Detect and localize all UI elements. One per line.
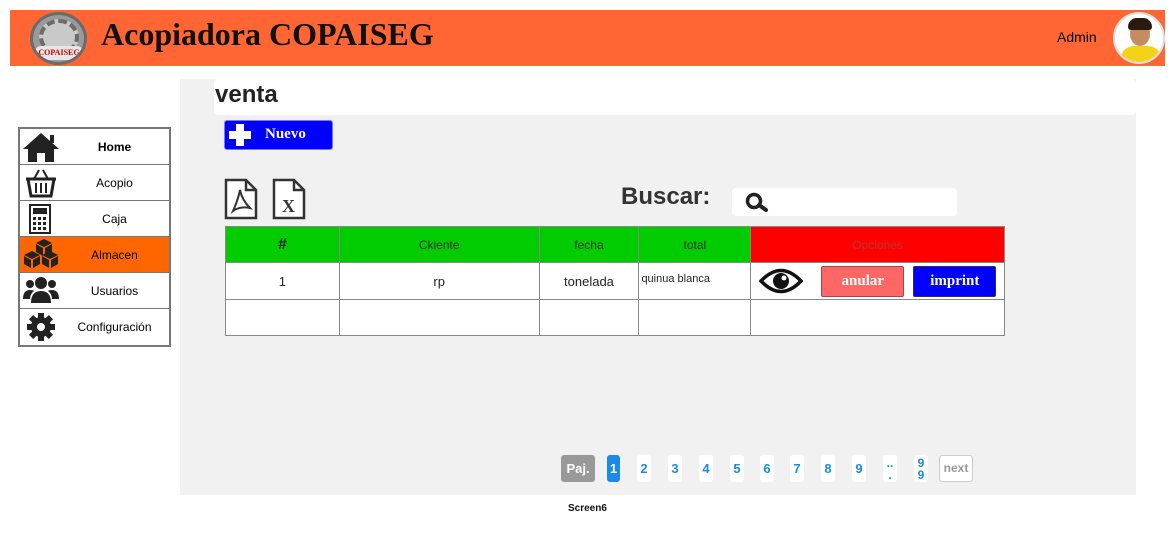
empty-cell xyxy=(338,299,540,336)
column-header: Opciones xyxy=(750,226,1005,263)
home-icon xyxy=(23,133,59,162)
empty-cell xyxy=(750,299,1005,336)
sidebar: Home Acopio Caja Almacen Usuarios Config… xyxy=(18,127,171,347)
sidebar-item-label: Home xyxy=(97,140,132,154)
sales-table: # Ckiente fecha total Opciones 1 rp tone… xyxy=(225,226,1005,336)
page-2[interactable]: 2 xyxy=(637,455,651,482)
calculator-icon xyxy=(29,204,51,234)
screen-caption: Screen6 xyxy=(568,503,607,514)
column-header[interactable]: total xyxy=(638,226,752,263)
sidebar-item-usuarios[interactable]: Usuarios xyxy=(20,273,169,309)
empty-cell xyxy=(225,299,340,336)
basket-icon xyxy=(26,169,56,198)
sidebar-item-label: Caja xyxy=(102,212,127,226)
page-7[interactable]: 7 xyxy=(790,455,804,482)
avatar[interactable] xyxy=(1113,12,1165,64)
column-header[interactable]: Ckiente xyxy=(338,226,540,263)
row-options: anular imprint xyxy=(750,262,1005,300)
row-number: 1 xyxy=(225,262,340,300)
search-input[interactable] xyxy=(732,188,957,216)
page-5[interactable]: 5 xyxy=(730,455,744,482)
app-header: COPAISEG Acopiadora COPAISEG Admin xyxy=(10,10,1165,66)
boxes-icon xyxy=(24,239,58,268)
empty-cell xyxy=(538,299,640,336)
sidebar-item-caja[interactable]: Caja xyxy=(20,201,169,237)
sidebar-item-acopio[interactable]: Acopio xyxy=(20,165,169,201)
users-icon xyxy=(23,277,59,303)
page-last[interactable]: 99 xyxy=(914,455,928,482)
row-total: quinua blanca xyxy=(638,262,752,300)
sidebar-item-almacen[interactable]: Almacen xyxy=(20,237,169,273)
table-row-empty xyxy=(225,299,1005,336)
excel-export-icon[interactable]: X xyxy=(272,178,306,220)
anular-button[interactable]: anular xyxy=(821,266,905,297)
pdf-export-icon[interactable] xyxy=(224,178,258,220)
table-row: 1 rp tonelada quinua blanca anular impri… xyxy=(225,262,1005,300)
empty-cell xyxy=(638,299,752,336)
search-label: Buscar: xyxy=(621,183,711,210)
new-button[interactable]: Nuevo xyxy=(224,120,333,150)
user-name[interactable]: Admin xyxy=(1057,29,1097,45)
pagination-label: Paj. xyxy=(561,455,595,482)
sidebar-item-label: Usuarios xyxy=(90,284,139,298)
svg-text:X: X xyxy=(282,196,295,216)
page-4[interactable]: 4 xyxy=(699,455,713,482)
page-3[interactable]: 3 xyxy=(668,455,682,482)
column-header[interactable]: # xyxy=(225,226,340,263)
logo: COPAISEG xyxy=(30,12,87,65)
sidebar-item-label: Almacen xyxy=(91,248,138,262)
page-6[interactable]: 6 xyxy=(760,455,774,482)
next-button[interactable]: next xyxy=(939,455,973,482)
app-title: Acopiadora COPAISEG xyxy=(101,16,434,52)
logo-text: COPAISEG xyxy=(35,46,83,60)
page-8[interactable]: 8 xyxy=(821,455,835,482)
row-cliente: rp xyxy=(338,262,540,300)
new-button-label: Nuevo xyxy=(265,126,306,142)
page-1[interactable]: 1 xyxy=(607,455,620,482)
sidebar-item-label: Acopio xyxy=(96,176,133,190)
sidebar-item-label: Configuración xyxy=(77,320,152,334)
table-header-row: # Ckiente fecha total Opciones xyxy=(225,226,1005,263)
row-fecha: tonelada xyxy=(538,262,640,300)
sidebar-item-configuracion[interactable]: Configuración xyxy=(20,309,169,345)
view-eye-icon[interactable] xyxy=(759,266,804,296)
sidebar-item-home[interactable]: Home xyxy=(20,129,169,165)
search-icon xyxy=(745,192,768,212)
column-header[interactable]: fecha xyxy=(538,226,640,263)
page-9[interactable]: 9 xyxy=(852,455,866,482)
heading-bar xyxy=(214,79,1136,115)
page-ellipsis[interactable]: ... xyxy=(883,455,897,482)
gear-icon xyxy=(27,313,55,341)
plus-icon xyxy=(229,124,251,146)
page-title: venta xyxy=(215,81,278,108)
imprint-button[interactable]: imprint xyxy=(913,266,997,297)
